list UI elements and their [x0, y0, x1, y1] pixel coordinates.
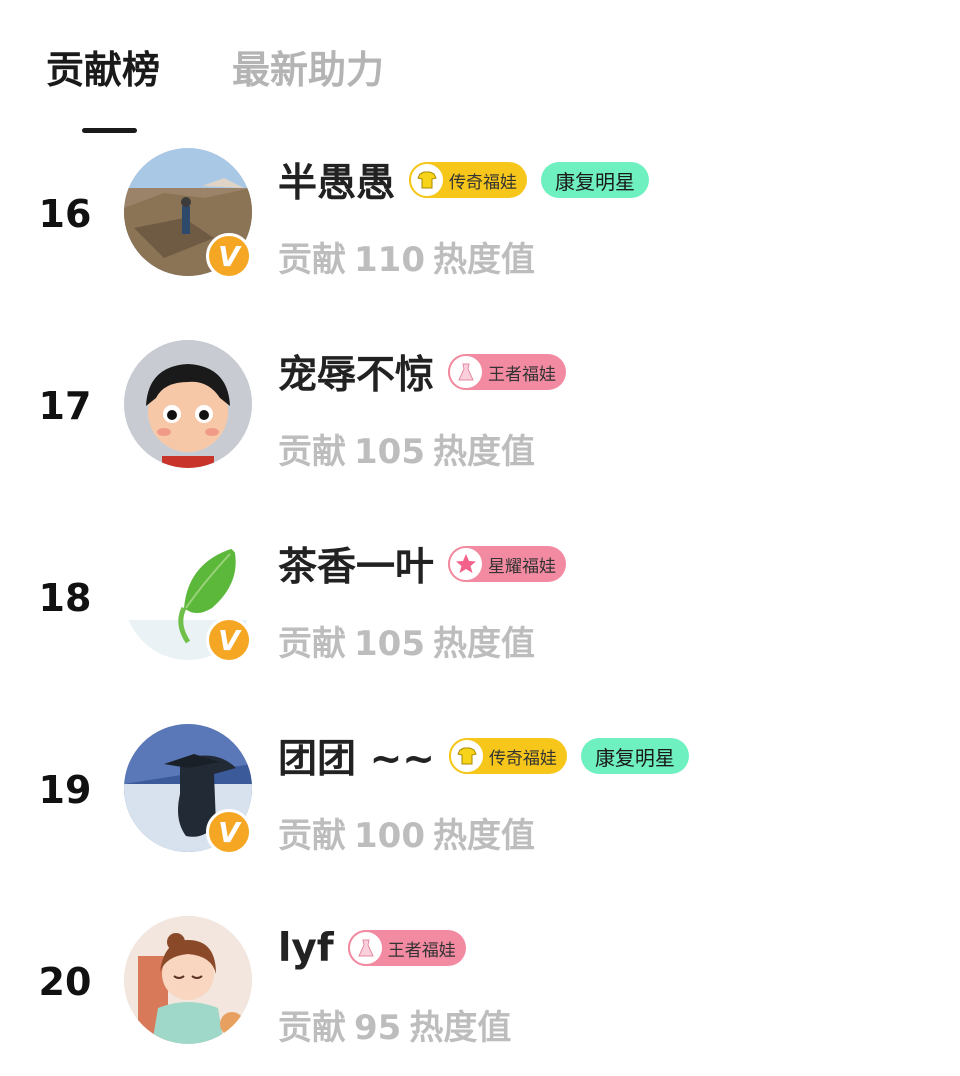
contribution-prefix: 贡献 — [278, 432, 346, 472]
rank-number: 19 — [38, 768, 92, 812]
contribution-value: 100 — [354, 816, 425, 856]
badge-rehab-star[interactable]: 康复明星 — [580, 738, 689, 774]
contribution-text: 贡献 95 热度值 — [278, 1000, 519, 1049]
badge-king[interactable]: 王者福娃 — [347, 930, 466, 966]
contribution-text: 贡献 110 热度值 — [278, 232, 543, 281]
contribution-text: 贡献 105 热度值 — [278, 424, 543, 473]
user-info: 茶香一叶 星耀福娃 — [278, 536, 567, 592]
rank-row[interactable]: 17 宠辱不惊 王者福娃 贡献 105 热度值 — [0, 340, 960, 500]
badge-legend[interactable]: 传奇福娃 — [409, 162, 528, 198]
contribution-text: 贡献 105 热度值 — [278, 616, 543, 665]
tab-latest-support[interactable]: 最新助力 — [232, 40, 384, 100]
contribution-unit: 热度值 — [432, 240, 535, 280]
badge-label: 传奇福娃 — [488, 748, 557, 769]
rank-row[interactable]: 18 V 茶香一叶 星耀福娃 贡献 105 热度值 — [0, 532, 960, 692]
yellow-shirt-icon — [409, 162, 446, 198]
yellow-shirt-icon — [448, 738, 485, 774]
avatar[interactable] — [124, 340, 254, 470]
contribution-prefix: 贡献 — [278, 1008, 346, 1048]
rank-number: 17 — [38, 384, 92, 428]
rank-row[interactable]: 20 lyf 王者福娃 贡献 95 热度值 — [0, 916, 960, 1076]
badge-label: 王者福娃 — [387, 940, 456, 961]
contribution-unit: 热度值 — [432, 624, 535, 664]
user-name[interactable]: 团团 ~~ — [278, 728, 435, 784]
contribution-unit: 热度值 — [432, 432, 535, 472]
contribution-unit: 热度值 — [409, 1008, 512, 1048]
rank-row[interactable]: 16 V 半愚愚 传奇福娃 康复明星 贡献 110 热度值 — [0, 148, 960, 308]
contribution-value: 95 — [354, 1008, 402, 1048]
user-name[interactable]: 茶香一叶 — [278, 536, 434, 592]
avatar[interactable] — [124, 916, 254, 1046]
avatar[interactable]: V — [124, 148, 254, 279]
pink-dress-icon — [347, 930, 384, 966]
tab-contribution[interactable]: 贡献榜 — [46, 40, 160, 100]
contribution-value: 105 — [354, 624, 425, 664]
pink-star-icon — [448, 546, 485, 582]
user-name[interactable]: 半愚愚 — [278, 152, 395, 208]
user-name[interactable]: 宠辱不惊 — [278, 344, 434, 400]
contribution-prefix: 贡献 — [278, 816, 346, 856]
verified-icon: V — [206, 617, 252, 663]
ranking-sheet: 贡献榜 最新助力 16 V 半愚愚 传奇福娃 康复明星 贡献 110 热度值 1… — [0, 0, 960, 1074]
avatar-image — [124, 340, 252, 468]
user-info: 半愚愚 传奇福娃 康复明星 — [278, 152, 650, 208]
contribution-prefix: 贡献 — [278, 240, 346, 280]
badge-label: 王者福娃 — [488, 364, 557, 385]
rank-number: 18 — [38, 576, 92, 620]
badge-king[interactable]: 王者福娃 — [448, 354, 567, 390]
rank-row[interactable]: 19 V 团团 ~~ 传奇福娃 康复明星 贡献 100 热度值 — [0, 724, 960, 884]
contribution-value: 110 — [354, 240, 425, 280]
avatar[interactable]: V — [124, 724, 254, 855]
badge-rehab-star[interactable]: 康复明星 — [541, 162, 650, 198]
user-info: 宠辱不惊 王者福娃 — [278, 344, 567, 400]
verified-icon: V — [206, 809, 252, 855]
verified-icon: V — [206, 233, 252, 279]
avatar-image — [124, 916, 252, 1044]
badge-star-glory[interactable]: 星耀福娃 — [448, 546, 567, 582]
avatar[interactable]: V — [124, 532, 254, 663]
user-info: lyf 王者福娃 — [278, 920, 466, 976]
rank-number: 16 — [38, 192, 92, 236]
contribution-prefix: 贡献 — [278, 624, 346, 664]
contribution-value: 105 — [354, 432, 425, 472]
tab-bar: 贡献榜 最新助力 — [46, 40, 384, 100]
user-info: 团团 ~~ 传奇福娃 康复明星 — [278, 728, 689, 784]
pink-dress-icon — [448, 354, 485, 390]
badge-label: 星耀福娃 — [488, 556, 557, 577]
contribution-unit: 热度值 — [432, 816, 535, 856]
rank-number: 20 — [38, 960, 92, 1004]
badge-legend[interactable]: 传奇福娃 — [448, 738, 567, 774]
user-name[interactable]: lyf — [278, 926, 334, 971]
badge-label: 传奇福娃 — [449, 172, 518, 193]
contribution-text: 贡献 100 热度值 — [278, 808, 543, 857]
active-tab-indicator — [82, 128, 137, 133]
